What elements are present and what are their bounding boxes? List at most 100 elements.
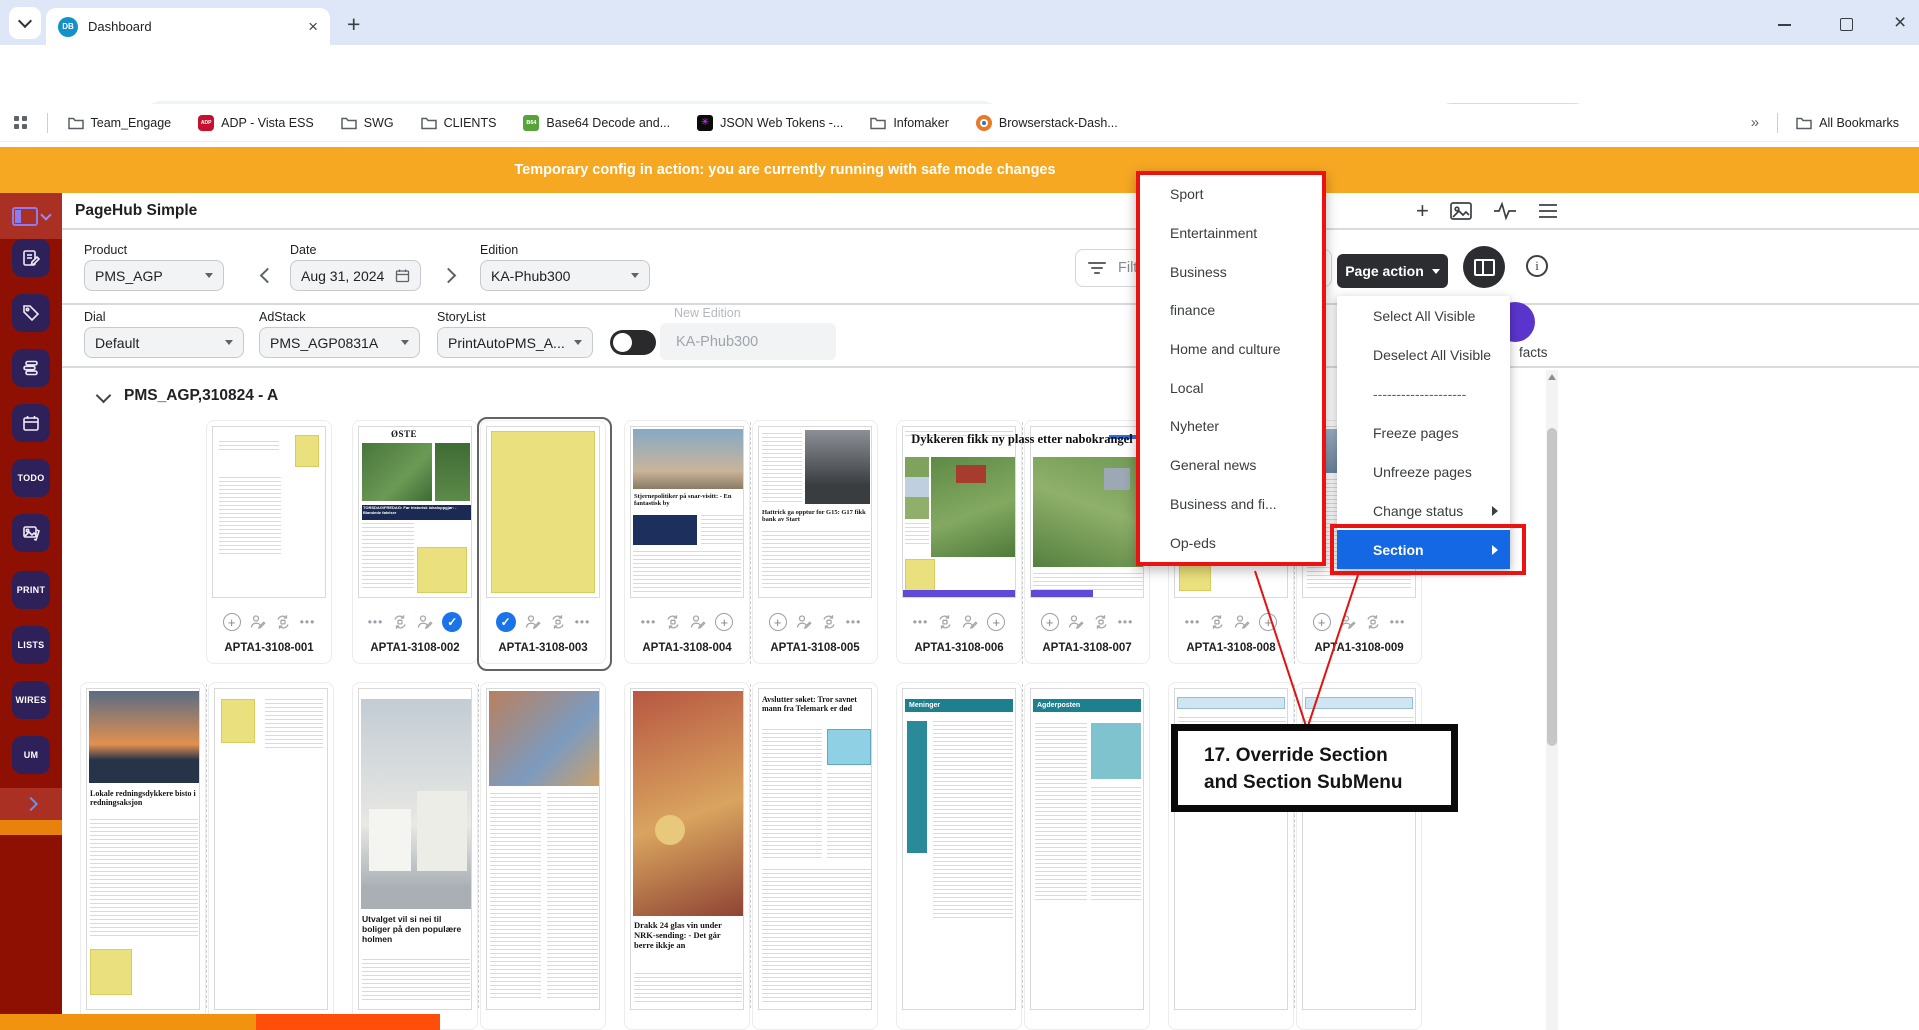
section-option-business-and-finance[interactable]: Business and fi... <box>1140 485 1322 524</box>
assign-user-icon[interactable] <box>796 614 812 630</box>
page-thumbnail[interactable]: Lokale redningsdykkere bisto i redningsa… <box>86 688 200 1010</box>
menu-freeze-pages[interactable]: Freeze pages <box>1337 413 1510 452</box>
bookmark-adp[interactable]: ADPADP - Vista ESS <box>198 115 314 131</box>
add-page-icon[interactable]: + <box>223 613 241 631</box>
add-icon[interactable]: + <box>1416 198 1429 224</box>
page-card-row2-4[interactable] <box>480 682 606 1030</box>
sidebar-item-print[interactable]: PRINT <box>12 571 50 609</box>
activity-icon[interactable] <box>1493 201 1517 221</box>
bookmark-clients[interactable]: CLIENTS <box>421 115 497 130</box>
section-option-entertainment[interactable]: Entertainment <box>1140 214 1322 253</box>
page-action-button[interactable]: Page action <box>1337 254 1448 288</box>
page-thumbnail[interactable] <box>902 426 1016 598</box>
layout-toggle-button[interactable] <box>1463 246 1505 288</box>
page-thumbnail[interactable]: Stjernepolitiker på snar-visitt: - En fa… <box>630 426 744 598</box>
page-thumbnail[interactable]: Drakk 24 glas vin under NRK-sending: - D… <box>630 688 744 1010</box>
sidebar-item-calendar[interactable] <box>12 404 50 442</box>
more-options-icon[interactable]: ••• <box>368 615 384 629</box>
tab-search-button[interactable] <box>9 7 41 39</box>
bookmark-jwt[interactable]: ✳JSON Web Tokens -... <box>697 115 843 131</box>
info-icon[interactable]: i <box>1526 255 1548 277</box>
status-lock-icon[interactable] <box>1209 614 1225 630</box>
page-card-002[interactable]: ØSTE TORSDAG/FREDAG: Før historisk lokal… <box>352 420 478 664</box>
new-edition-input[interactable] <box>660 323 836 360</box>
more-options-icon[interactable]: ••• <box>641 615 657 629</box>
add-page-icon[interactable]: + <box>1313 613 1331 631</box>
section-option-business[interactable]: Business <box>1140 252 1322 291</box>
status-lock-icon[interactable] <box>392 614 408 630</box>
assign-user-icon[interactable] <box>1068 614 1084 630</box>
page-card-row2-2[interactable] <box>208 682 334 1030</box>
assign-user-icon[interactable] <box>250 614 266 630</box>
page-thumbnail[interactable] <box>214 688 328 1010</box>
product-dropdown[interactable]: PMS_AGP <box>84 260 224 291</box>
page-thumbnail[interactable] <box>486 688 600 1010</box>
more-options-icon[interactable]: ••• <box>913 615 929 629</box>
sidebar-item-wires[interactable]: WIRES <box>12 681 50 719</box>
page-thumbnail[interactable]: Utvalget vil si nei til boliger på den p… <box>358 688 472 1010</box>
page-thumbnail[interactable]: ØSTE TORSDAG/FREDAG: Før historisk lokal… <box>358 426 472 598</box>
collapse-section-icon[interactable] <box>96 388 112 404</box>
more-options-icon[interactable]: ••• <box>846 615 862 629</box>
new-tab-button[interactable]: + <box>347 11 360 38</box>
page-card-row2-3[interactable]: Utvalget vil si nei til boliger på den p… <box>352 682 478 1030</box>
next-date-icon[interactable] <box>441 268 457 284</box>
page-thumbnail[interactable]: Meninger <box>902 688 1016 1010</box>
status-lock-icon[interactable] <box>275 614 291 630</box>
all-bookmarks-button[interactable]: All Bookmarks <box>1796 115 1899 130</box>
page-card-001[interactable]: + ••• APTA1-3108-001 <box>206 420 332 664</box>
dial-dropdown[interactable]: Default <box>84 327 244 358</box>
more-options-icon[interactable]: ••• <box>1390 615 1406 629</box>
page-card-row2-6[interactable]: Avslutter søket: Tror savnet mann fra Te… <box>752 682 878 1030</box>
page-card-007[interactable]: + ••• APTA1-3108-007 <box>1024 420 1150 664</box>
sidebar-item-um[interactable]: UM <box>12 736 50 774</box>
sidebar-header[interactable] <box>0 193 62 239</box>
more-options-icon[interactable]: ••• <box>1185 615 1201 629</box>
sidebar-item-tags[interactable] <box>12 294 50 332</box>
page-card-006[interactable]: ••• + APTA1-3108-006 <box>896 420 1022 664</box>
hamburger-menu-icon[interactable] <box>1537 202 1559 220</box>
menu-select-all-visible[interactable]: Select All Visible <box>1337 296 1510 335</box>
add-page-icon[interactable]: + <box>987 613 1005 631</box>
more-options-icon[interactable]: ••• <box>1118 615 1134 629</box>
section-option-finance[interactable]: finance <box>1140 291 1322 330</box>
bookmark-browserstack[interactable]: Browserstack-Dash... <box>976 115 1118 131</box>
add-page-icon[interactable]: + <box>1041 613 1059 631</box>
bookmark-base64[interactable]: B64Base64 Decode and... <box>523 115 670 131</box>
status-lock-icon[interactable] <box>821 614 837 630</box>
adstack-dropdown[interactable]: PMS_AGP0831A <box>259 327 420 358</box>
menu-deselect-all-visible[interactable]: Deselect All Visible <box>1337 335 1510 374</box>
page-thumbnail[interactable]: Avslutter søket: Tror savnet mann fra Te… <box>758 688 872 1010</box>
selected-check-icon[interactable]: ✓ <box>442 612 462 632</box>
bookmark-swg[interactable]: SWG <box>341 115 394 130</box>
section-option-sport[interactable]: Sport <box>1140 175 1322 214</box>
status-lock-icon[interactable] <box>665 614 681 630</box>
sidebar-expand-button[interactable] <box>0 788 62 820</box>
bookmarks-overflow-icon[interactable]: » <box>1751 114 1759 131</box>
assign-user-icon[interactable] <box>690 614 706 630</box>
bookmark-team-engage[interactable]: Team_Engage <box>68 115 172 130</box>
page-card-row2-8[interactable]: Agderposten <box>1024 682 1150 1030</box>
section-option-nyheter[interactable]: Nyheter <box>1140 407 1322 446</box>
bookmark-infomaker[interactable]: Infomaker <box>870 115 949 130</box>
page-thumbnail[interactable] <box>212 426 326 598</box>
page-card-row2-7[interactable]: Meninger <box>896 682 1022 1030</box>
date-picker[interactable]: Aug 31, 2024 <box>290 260 421 291</box>
section-option-home-and-culture[interactable]: Home and culture <box>1140 330 1322 369</box>
sidebar-item-lists[interactable]: LISTS <box>12 626 50 664</box>
grid-scrollbar-thumb[interactable] <box>1547 428 1557 746</box>
page-card-005[interactable]: Hattrick ga opptur for G15: G17 fikk ban… <box>752 420 878 664</box>
page-thumbnail[interactable]: Agderposten <box>1030 688 1144 1010</box>
sidebar-item-stack[interactable] <box>12 349 50 387</box>
window-close-icon[interactable]: × <box>1894 12 1906 33</box>
page-card-row2-1[interactable]: Lokale redningsdykkere bisto i redningsa… <box>80 682 206 1030</box>
menu-unfreeze-pages[interactable]: Unfreeze pages <box>1337 452 1510 491</box>
prev-date-icon[interactable] <box>260 268 276 284</box>
page-thumbnail[interactable] <box>1030 426 1144 598</box>
page-card-row2-5[interactable]: Drakk 24 glas vin under NRK-sending: - D… <box>624 682 750 1030</box>
page-card-004[interactable]: Stjernepolitiker på snar-visitt: - En fa… <box>624 420 750 664</box>
tab-close-icon[interactable]: × <box>308 18 318 35</box>
sidebar-item-images[interactable] <box>12 514 50 552</box>
scrollbar-up-icon[interactable] <box>1548 374 1556 380</box>
image-icon[interactable] <box>1449 200 1473 222</box>
